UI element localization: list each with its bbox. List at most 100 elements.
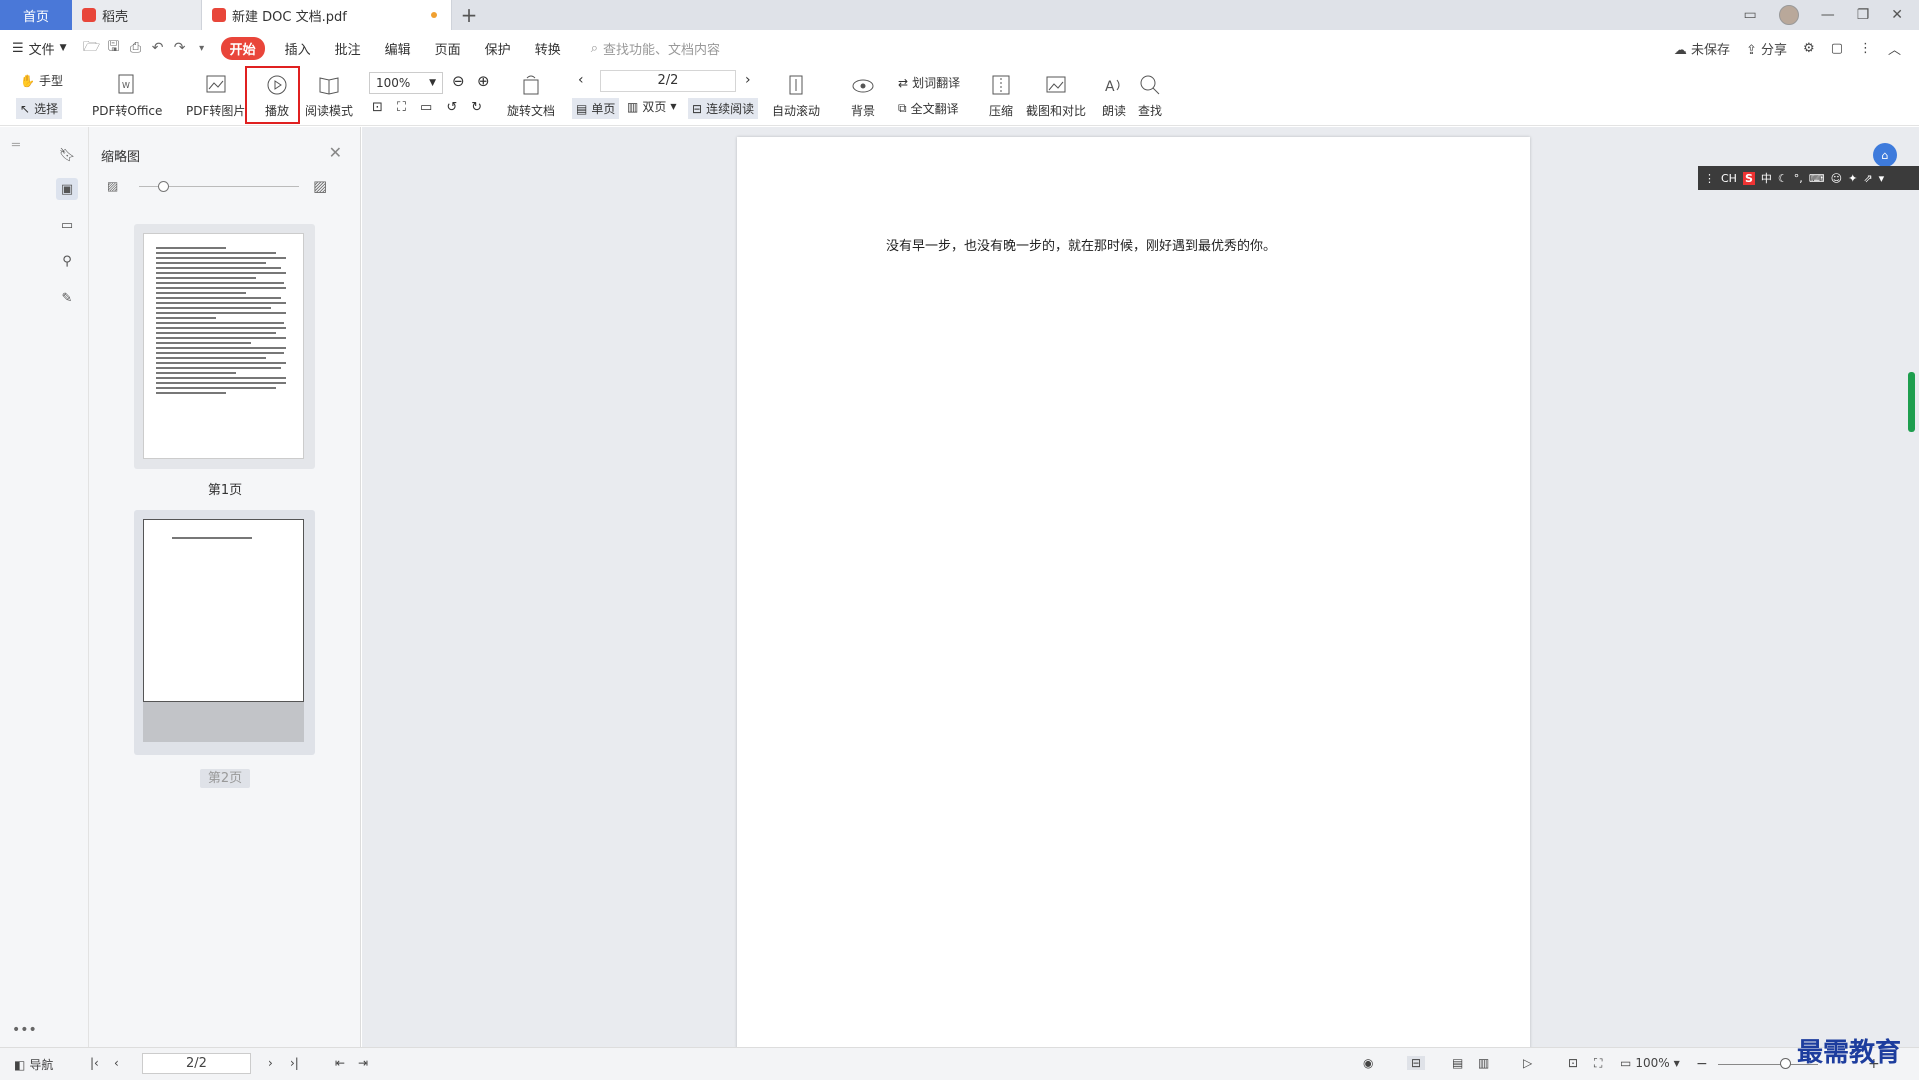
- share-button[interactable]: ⇪ 分享: [1746, 39, 1787, 58]
- comment-icon[interactable]: ▢: [1831, 41, 1843, 56]
- tab-docer[interactable]: 稻壳: [72, 0, 202, 30]
- single-page-button[interactable]: ▤ 单页: [572, 98, 620, 119]
- undo-icon[interactable]: ↶: [147, 40, 169, 56]
- bookmark-icon[interactable]: 🔖︎: [56, 144, 78, 166]
- background-button[interactable]: 背景: [850, 72, 876, 119]
- zoom-in-button[interactable]: ⊕: [477, 72, 490, 90]
- double-view-icon[interactable]: ▥: [1478, 1056, 1489, 1070]
- collapse-ribbon-icon[interactable]: ︿: [1888, 39, 1901, 58]
- ime-more-icon[interactable]: ▾: [1879, 172, 1885, 185]
- unsaved-button[interactable]: ☁ 未保存: [1674, 39, 1730, 58]
- close-icon[interactable]: ✕: [329, 143, 342, 162]
- status-page-input[interactable]: 2/2: [142, 1053, 251, 1074]
- wrench-icon[interactable]: ✦: [1848, 172, 1857, 185]
- zoom-select[interactable]: 100% ▼: [369, 72, 443, 94]
- ime-mode[interactable]: 中: [1761, 170, 1772, 186]
- tab-start[interactable]: 开始: [220, 36, 265, 60]
- zoom-out-icon[interactable]: −: [1696, 1056, 1708, 1072]
- back-icon[interactable]: ⇤: [335, 1056, 345, 1070]
- more-dots-icon[interactable]: •••: [12, 1022, 37, 1038]
- attachment-icon[interactable]: ⚲: [56, 250, 78, 272]
- rotate-left-icon[interactable]: ↺: [446, 100, 457, 115]
- tab-document[interactable]: 新建 DOC 文档.pdf: [202, 0, 452, 30]
- continuous-view-icon[interactable]: ⊟: [1407, 1056, 1426, 1070]
- close-icon[interactable]: ✕: [1891, 7, 1903, 23]
- tab-protect[interactable]: 保护: [485, 39, 511, 58]
- zoom-out-button[interactable]: ⊖: [452, 72, 465, 90]
- avatar[interactable]: [1778, 5, 1799, 25]
- read-aloud-button[interactable]: A 朗读: [1101, 72, 1127, 119]
- vertical-scrollbar[interactable]: [1908, 372, 1915, 432]
- actual-size-icon[interactable]: ⊡: [1568, 1056, 1578, 1070]
- prev-page-icon[interactable]: ‹: [114, 1056, 119, 1070]
- status-zoom-select[interactable]: ▭ 100% ▼: [1620, 1056, 1680, 1070]
- hand-tool-button[interactable]: ✋ 手型: [20, 72, 63, 89]
- forward-icon[interactable]: ⇥: [358, 1056, 368, 1070]
- tab-insert[interactable]: 插入: [285, 39, 311, 58]
- tab-page[interactable]: 页面: [435, 39, 461, 58]
- next-page-icon[interactable]: ›: [268, 1056, 273, 1070]
- first-page-icon[interactable]: |‹: [90, 1056, 99, 1070]
- screenshot-compare-button[interactable]: 截图和对比: [1026, 72, 1086, 119]
- fit-page-icon[interactable]: ⛶: [1594, 1056, 1602, 1071]
- open-folder-icon[interactable]: 🗁: [81, 36, 103, 60]
- file-menu[interactable]: ☰ 文件 ▼: [12, 39, 67, 58]
- thumbnail-page-2[interactable]: [134, 510, 315, 755]
- print-icon[interactable]: ⎙: [125, 40, 147, 56]
- save-icon[interactable]: 🖫: [103, 36, 125, 60]
- keyboard-icon[interactable]: ⌨: [1809, 172, 1825, 185]
- minimize-icon[interactable]: —: [1821, 7, 1835, 23]
- tab-convert[interactable]: 转换: [535, 39, 561, 58]
- rotate-right-icon[interactable]: ↻: [471, 100, 482, 115]
- settings-icon[interactable]: ⚙: [1803, 41, 1815, 56]
- restore-icon[interactable]: ❐: [1857, 7, 1870, 23]
- more-icon[interactable]: ⋮: [1859, 41, 1872, 56]
- punct-icon[interactable]: °,: [1794, 172, 1803, 185]
- thumbnail-icon[interactable]: ▣: [56, 178, 78, 200]
- fit-page-icon[interactable]: ⛶: [397, 100, 406, 115]
- ime-lang[interactable]: CH: [1721, 172, 1737, 185]
- prev-page-button[interactable]: ‹: [578, 72, 584, 88]
- moon-icon[interactable]: ☾: [1778, 172, 1788, 185]
- actual-size-icon[interactable]: ⊡: [372, 100, 383, 115]
- new-tab-button[interactable]: +: [452, 0, 486, 30]
- redo-icon[interactable]: ↷: [169, 40, 191, 56]
- find-button[interactable]: 查找: [1137, 72, 1163, 119]
- floating-assistant-button[interactable]: ⌂: [1873, 143, 1897, 167]
- tab-home[interactable]: 首页: [0, 0, 72, 30]
- signature-icon[interactable]: ✎: [56, 287, 78, 309]
- slider-knob[interactable]: [158, 181, 169, 192]
- compress-button[interactable]: 压缩: [988, 72, 1014, 119]
- play-icon[interactable]: ▷: [1523, 1056, 1532, 1070]
- select-tool-button[interactable]: ↖ 选择: [16, 98, 63, 119]
- pdf-to-image-button[interactable]: PDF转图片: [186, 72, 245, 119]
- external-icon[interactable]: ⇗: [1863, 172, 1872, 185]
- zoom-slider-knob[interactable]: [1780, 1058, 1791, 1069]
- last-page-icon[interactable]: ›|: [290, 1056, 299, 1070]
- window-layout-icon[interactable]: ▭: [1743, 7, 1756, 23]
- single-view-icon[interactable]: ▤: [1452, 1056, 1463, 1070]
- read-mode-button[interactable]: 阅读模式: [305, 72, 353, 119]
- tab-annotate[interactable]: 批注: [335, 39, 361, 58]
- drag-handle-icon[interactable]: ═: [12, 138, 20, 153]
- small-image-icon[interactable]: ▨: [107, 179, 118, 193]
- word-translate-button[interactable]: ⇄ 划词翻译: [898, 74, 960, 91]
- user-icon[interactable]: ☺: [1831, 172, 1842, 185]
- continuous-read-button[interactable]: ⊟ 连续阅读: [688, 98, 759, 119]
- eye-icon[interactable]: ◉: [1363, 1056, 1373, 1070]
- full-translate-button[interactable]: ⧉ 全文翻译: [898, 100, 959, 117]
- fit-width-icon[interactable]: ▭: [420, 100, 432, 115]
- rotate-doc-button[interactable]: 旋转文档: [507, 72, 555, 119]
- tab-edit[interactable]: 编辑: [385, 39, 411, 58]
- thumbnail-page-1[interactable]: [134, 224, 315, 469]
- page-number-input[interactable]: 2/2: [600, 70, 736, 92]
- double-page-button[interactable]: ▥ 双页 ▼: [627, 98, 677, 115]
- pdf-to-office-button[interactable]: W PDF转Office: [92, 72, 162, 119]
- search-input[interactable]: ⌕ 查找功能、文档内容: [591, 39, 720, 58]
- next-page-button[interactable]: ›: [745, 72, 751, 88]
- auto-scroll-button[interactable]: 自动滚动: [772, 72, 820, 119]
- comment-icon[interactable]: ▭: [56, 214, 78, 236]
- more-quick-icon[interactable]: ▾: [191, 43, 213, 54]
- large-image-icon[interactable]: ▨: [313, 177, 327, 195]
- nav-toggle-button[interactable]: ◧ 导航: [14, 1056, 53, 1073]
